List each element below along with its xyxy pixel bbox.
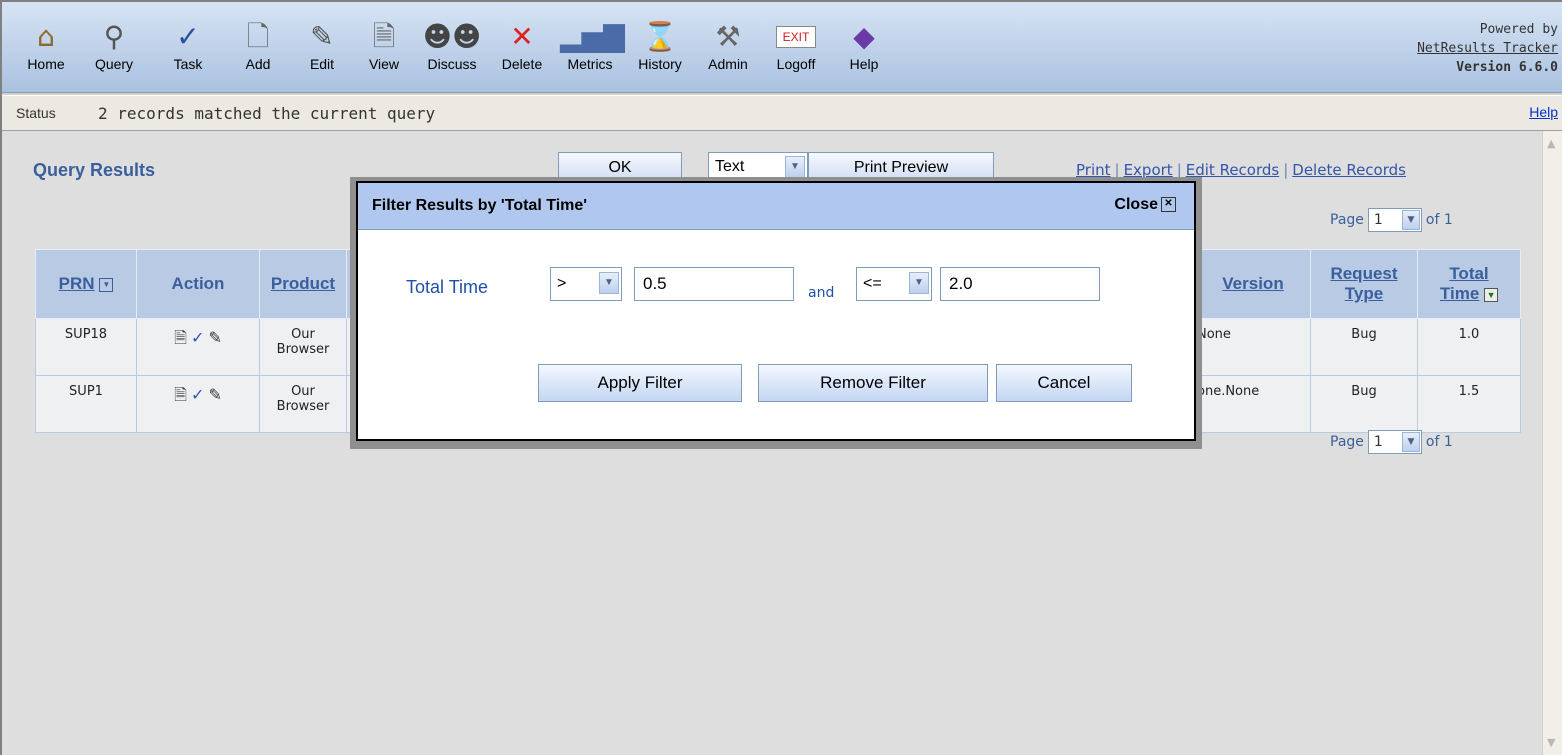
dialog-title: Filter Results by 'Total Time' [372,197,588,214]
dialog-header: Filter Results by 'Total Time' Close ✕ [358,183,1194,230]
product-link[interactable]: NetResults Tracker [1417,39,1558,58]
max-value-input[interactable]: 2.0 [940,267,1100,301]
powered-by: Powered by NetResults Tracker Version 6.… [1417,22,1558,75]
scroll-down-icon[interactable]: ▼ [1547,736,1555,749]
column-header-prn[interactable]: PRN ▼ [35,249,137,319]
pager-bottom: Page 1 ▼ of 1 [1330,430,1453,454]
task-button[interactable]: ✓ Task [158,20,218,72]
history-button[interactable]: ⌛ History [630,20,690,72]
dialog-close-button[interactable]: Close ✕ [1114,196,1176,214]
min-value-input[interactable]: 0.5 [634,267,794,301]
pager-top: Page 1 ▼ of 1 [1330,208,1453,232]
column-header-total-time[interactable]: Total Time ▼ [1417,249,1521,319]
magnifier-icon: ⚲ [103,20,125,53]
task-check-icon[interactable]: ✓ [191,385,204,404]
discuss-button[interactable]: ☻☻ Discuss [422,20,482,72]
new-document-icon: 🗋 [246,20,270,53]
page-select-top[interactable]: 1 ▼ [1367,208,1422,232]
scroll-up-icon[interactable]: ▲ [1547,137,1555,150]
filter-dialog: Filter Results by 'Total Time' Close ✕ To… [356,181,1196,441]
chevron-down-icon: ▼ [785,156,805,178]
operator-select-1[interactable]: > ▼ [550,267,622,301]
remove-filter-button[interactable]: Remove Filter [758,364,988,402]
logoff-button[interactable]: EXIT Logoff [766,20,826,72]
apply-filter-button[interactable]: Apply Filter [538,364,742,402]
vertical-scrollbar[interactable]: ▲ ▼ [1542,131,1562,755]
view-document-icon[interactable]: 🗎 [174,384,187,411]
bar-chart-icon: ▂▅▇ [560,20,625,53]
help-book-icon: ◆ [853,20,875,53]
close-icon[interactable]: ✕ [1161,197,1176,213]
row-actions: 🗎 ✓ ✎ [136,375,260,433]
status-text: 2 records matched the current query [98,104,436,123]
help-button[interactable]: ◆ Help [834,20,894,72]
delete-button[interactable]: ✕ Delete [492,20,552,72]
pencil-icon: ✎ [310,20,334,53]
chevron-down-icon: ▼ [909,272,929,294]
status-label: Status [16,105,56,121]
chevron-down-icon: ▼ [1401,210,1420,230]
edit-button[interactable]: ✎ Edit [292,20,352,72]
main-toolbar: ⌂ Home ⚲ Query ✓ Task 🗋 Add ✎ Edit 🗎 Vie… [2,2,1562,93]
cancel-button[interactable]: Cancel [996,364,1132,402]
view-document-icon[interactable]: 🗎 [174,327,187,354]
sort-dropdown-icon[interactable]: ▼ [99,277,114,292]
column-header-request-type[interactable]: Request Type [1310,249,1418,319]
column-header-version[interactable]: Version [1195,249,1311,319]
home-button[interactable]: ⌂ Home [16,20,76,72]
admin-button[interactable]: ⚒ Admin [698,20,758,72]
edit-pencil-icon[interactable]: ✎ [208,328,221,347]
delete-records-link[interactable]: Delete Records [1292,161,1406,179]
delete-x-icon: ✕ [510,20,534,53]
exit-sign-icon: EXIT [766,20,826,54]
home-icon: ⌂ [37,20,55,53]
hourglass-icon: ⌛ [642,20,678,53]
column-header-product[interactable]: Product [259,249,347,319]
tools-icon: ⚒ [715,20,741,53]
add-button[interactable]: 🗋 Add [228,20,288,72]
metrics-button[interactable]: ▂▅▇ Metrics [560,20,625,72]
chevron-down-icon: ▼ [1401,432,1420,452]
query-button[interactable]: ⚲ Query [84,20,144,72]
page-select-bottom[interactable]: 1 ▼ [1367,430,1422,454]
edit-pencil-icon[interactable]: ✎ [208,385,221,404]
operator-select-2[interactable]: <= ▼ [856,267,932,301]
and-label: and [808,285,835,301]
document-icon: 🗎 [372,20,396,53]
help-link[interactable]: Help [1529,104,1558,120]
view-button[interactable]: 🗎 View [354,20,414,72]
column-header-action: Action [136,249,260,319]
people-icon: ☻☻ [422,20,482,53]
row-actions: 🗎 ✓ ✎ [136,318,260,376]
filter-field-label: Total Time [406,277,489,297]
page-title: Query Results [33,160,156,180]
filter-icon[interactable]: ▼ [1484,287,1499,302]
checkmark-icon: ✓ [176,20,200,53]
chevron-down-icon: ▼ [599,272,619,294]
version-label: Version 6.6.0 [1456,60,1558,75]
status-bar: Status 2 records matched the current que… [2,95,1562,131]
task-check-icon[interactable]: ✓ [191,328,204,347]
